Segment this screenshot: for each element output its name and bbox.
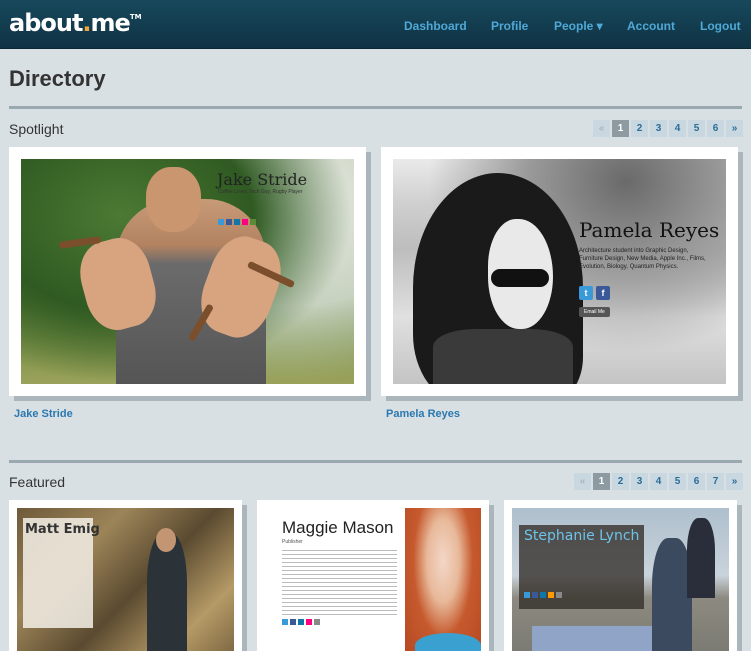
- profile-photo[interactable]: Stephanie Lynch: [512, 508, 729, 651]
- email-icon[interactable]: [314, 619, 320, 625]
- twitter-icon[interactable]: t: [579, 286, 593, 300]
- facebook-icon[interactable]: [226, 219, 232, 225]
- photo-name-overlay: Matt Emig: [25, 522, 100, 537]
- photo-figure-shirt: [415, 633, 481, 651]
- spotlight-name-link[interactable]: Jake Stride: [14, 408, 73, 420]
- nav-dashboard-link[interactable]: Dashboard: [404, 19, 467, 33]
- photo-figure: [687, 518, 715, 598]
- photo-figure: [652, 538, 692, 651]
- social-icons-row: [218, 219, 256, 225]
- email-icon[interactable]: [250, 219, 256, 225]
- profile-photo[interactable]: Jake Stride Coffee Lover, Tech Guy, Rugb…: [21, 159, 354, 384]
- pager-page-7[interactable]: 7: [707, 473, 724, 490]
- pager-page-5[interactable]: 5: [669, 473, 686, 490]
- pager-page-2[interactable]: 2: [631, 120, 648, 137]
- pager-page-1[interactable]: 1: [593, 473, 610, 490]
- spotlight-card-jake[interactable]: Jake Stride Coffee Lover, Tech Guy, Rugb…: [9, 147, 366, 396]
- nav-people-dropdown[interactable]: People ▾: [554, 19, 603, 33]
- top-navigation-bar: about.meTM Dashboard Profile People ▾ Ac…: [0, 0, 751, 49]
- spotlight-pagination: « 1 2 3 4 5 6 »: [593, 120, 743, 137]
- photo-name-overlay: Jake Stride: [217, 170, 308, 189]
- facebook-icon[interactable]: [290, 619, 296, 625]
- linkedin-icon[interactable]: [234, 219, 240, 225]
- rss-icon[interactable]: [548, 592, 554, 598]
- photo-figure-head: [156, 528, 176, 552]
- featured-card-maggie[interactable]: Maggie Mason Publisher: [257, 500, 489, 651]
- photo-sunglasses: [491, 269, 549, 287]
- photo-subtitle-overlay: Publisher: [282, 539, 303, 545]
- photo-name-overlay: Pamela Reyes: [579, 218, 720, 242]
- photo-name-overlay: Maggie Mason: [282, 518, 394, 537]
- section-divider: [9, 460, 742, 463]
- photo-figure-head: [146, 167, 201, 232]
- social-icons-row: [524, 592, 562, 598]
- page-title: Directory: [9, 66, 106, 91]
- pager-page-6[interactable]: 6: [688, 473, 705, 490]
- twitter-icon[interactable]: [218, 219, 224, 225]
- flickr-icon[interactable]: [242, 219, 248, 225]
- spotlight-card-pamela[interactable]: Pamela Reyes Architecture student into G…: [381, 147, 738, 396]
- facebook-icon[interactable]: f: [596, 286, 610, 300]
- social-icons-row: [282, 619, 320, 625]
- pager-page-4[interactable]: 4: [669, 120, 686, 137]
- facebook-icon[interactable]: [532, 592, 538, 598]
- photo-wall: [532, 626, 652, 651]
- pager-page-4[interactable]: 4: [650, 473, 667, 490]
- twitter-icon[interactable]: [282, 619, 288, 625]
- photo-bio-overlay: Coffee Lover, Tech Guy, Rugby Player: [218, 189, 303, 195]
- photo-bio-overlay: Architecture student into Graphic Design…: [579, 248, 706, 271]
- spotlight-heading: Spotlight: [9, 121, 64, 137]
- profile-photo[interactable]: Pamela Reyes Architecture student into G…: [393, 159, 726, 384]
- profile-photo[interactable]: Matt Emig: [17, 508, 234, 651]
- pager-page-1[interactable]: 1: [612, 120, 629, 137]
- photo-figure: [405, 508, 481, 651]
- nav-logout-link[interactable]: Logout: [700, 19, 741, 33]
- pager-next-button[interactable]: »: [726, 473, 743, 490]
- featured-card-matt[interactable]: Matt Emig: [9, 500, 242, 651]
- photo-figure-shirt: [433, 329, 573, 384]
- logo-text-end: me: [90, 9, 131, 37]
- linkedin-icon[interactable]: [298, 619, 304, 625]
- pager-page-3[interactable]: 3: [650, 120, 667, 137]
- featured-heading: Featured: [9, 474, 66, 490]
- about-me-logo[interactable]: about.meTM: [9, 9, 142, 37]
- featured-pagination: « 1 2 3 4 5 6 7 »: [574, 473, 743, 490]
- logo-text: about: [9, 9, 83, 37]
- pager-next-button[interactable]: »: [726, 120, 743, 137]
- pager-prev-button[interactable]: «: [574, 473, 591, 490]
- pager-page-2[interactable]: 2: [612, 473, 629, 490]
- linkedin-icon[interactable]: [540, 592, 546, 598]
- pager-page-5[interactable]: 5: [688, 120, 705, 137]
- photo-name-overlay: Stephanie Lynch: [524, 528, 640, 544]
- logo-dot: .: [82, 9, 91, 37]
- email-me-button[interactable]: Email Me: [579, 307, 610, 317]
- email-icon[interactable]: [556, 592, 562, 598]
- pager-page-3[interactable]: 3: [631, 473, 648, 490]
- bio-text-lines: [282, 550, 397, 616]
- nav-account-link[interactable]: Account: [627, 19, 675, 33]
- profile-photo[interactable]: Maggie Mason Publisher: [265, 508, 481, 651]
- spotlight-name-link[interactable]: Pamela Reyes: [386, 408, 460, 420]
- pager-page-6[interactable]: 6: [707, 120, 724, 137]
- twitter-icon[interactable]: [524, 592, 530, 598]
- title-divider: [9, 106, 742, 109]
- featured-card-stephanie[interactable]: Stephanie Lynch: [504, 500, 737, 651]
- logo-trademark: TM: [129, 13, 142, 21]
- flickr-icon[interactable]: [306, 619, 312, 625]
- nav-profile-link[interactable]: Profile: [491, 19, 528, 33]
- pager-prev-button[interactable]: «: [593, 120, 610, 137]
